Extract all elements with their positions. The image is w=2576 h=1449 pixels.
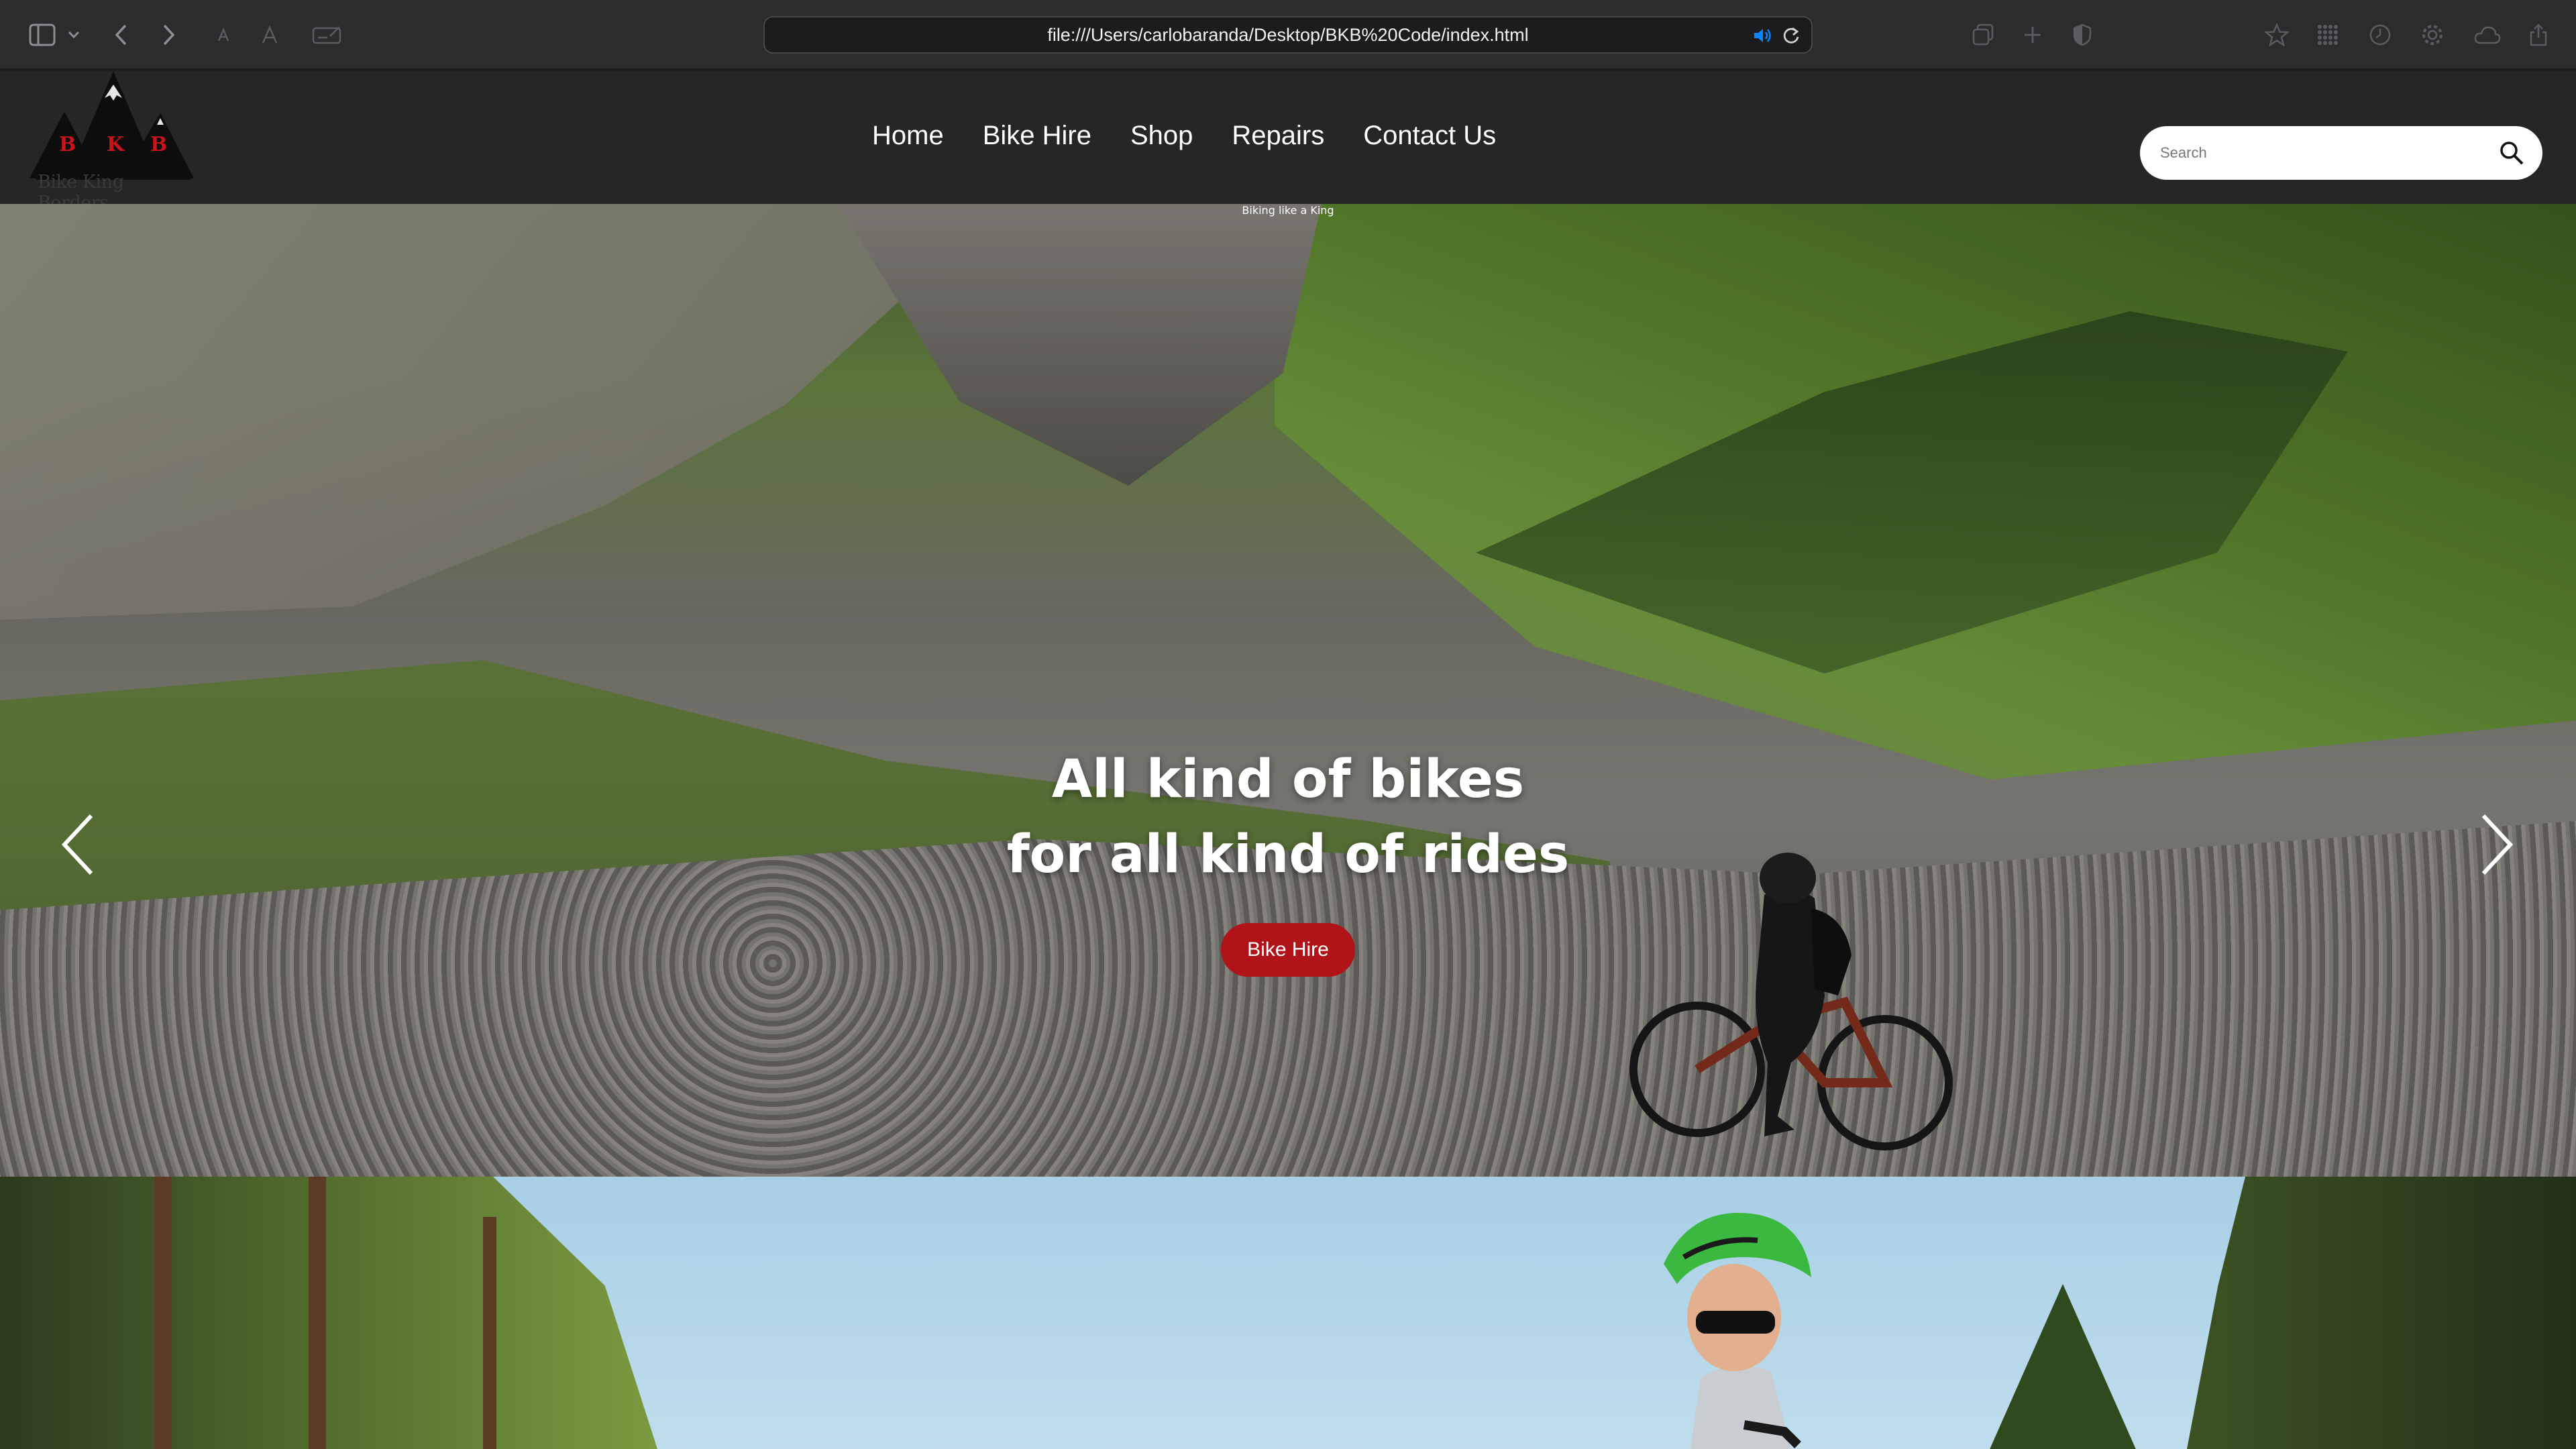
- bike-hire-button[interactable]: Bike Hire: [1221, 923, 1355, 977]
- logo-letter: K: [107, 133, 125, 156]
- section-image-trunk: [483, 1217, 496, 1449]
- section-image-trunk: [154, 1177, 172, 1449]
- chevron-down-icon[interactable]: [66, 17, 82, 52]
- logo-letter: B: [150, 133, 168, 156]
- speaker-icon[interactable]: [1752, 26, 1772, 45]
- site-header: B K B Bike King Borders Home Bike Hire S…: [0, 71, 2576, 213]
- reload-icon[interactable]: [1782, 25, 1801, 46]
- hero-kicker: Biking like a King: [1242, 204, 1334, 217]
- logo-letter: B: [59, 133, 76, 156]
- cloud-icon[interactable]: [2473, 17, 2502, 52]
- text-larger-icon[interactable]: [258, 17, 282, 52]
- bookmark-star-icon[interactable]: [2263, 17, 2290, 52]
- tab-overview-icon[interactable]: [1970, 17, 1996, 52]
- search-input[interactable]: [2160, 140, 2482, 166]
- section-image-pine: [1986, 1284, 2140, 1449]
- search-box: [2140, 126, 2542, 180]
- url-text[interactable]: file:///Users/carlobaranda/Desktop/BKB%2…: [765, 17, 1811, 52]
- share-icon[interactable]: [2526, 17, 2551, 52]
- new-tab-icon[interactable]: [2021, 17, 2045, 52]
- privacy-shield-icon[interactable]: [2070, 17, 2094, 52]
- sidebar-toggle-icon[interactable]: [25, 17, 59, 52]
- back-icon[interactable]: [107, 17, 134, 52]
- hero-headline-line-1: All kind of bikes: [1051, 749, 1525, 810]
- nav-home[interactable]: Home: [872, 112, 944, 159]
- carousel-next-icon[interactable]: [2469, 808, 2522, 881]
- nav-contact-us[interactable]: Contact Us: [1363, 112, 1496, 159]
- reader-mode-icon[interactable]: [309, 17, 346, 52]
- search-icon[interactable]: [2498, 140, 2525, 166]
- forward-icon[interactable]: [156, 17, 182, 52]
- hero-overlay: [0, 204, 2576, 1177]
- nav-shop[interactable]: Shop: [1130, 112, 1193, 159]
- kid-bike-section: [0, 1177, 2576, 1449]
- nav-repairs[interactable]: Repairs: [1232, 112, 1324, 159]
- section-image-trunk: [309, 1177, 326, 1449]
- settings-gear-icon[interactable]: [2419, 17, 2446, 52]
- apps-grid-icon[interactable]: [2314, 17, 2341, 52]
- section-image-trees-left: [0, 1177, 657, 1449]
- history-clock-icon[interactable]: [2367, 17, 2394, 52]
- section-image-kid-cyclist: [1664, 1212, 1811, 1449]
- hero-carousel: Biking like a King All kind of bikes for…: [0, 204, 2576, 1177]
- browser-toolbar: file:///Users/carlobaranda/Desktop/BKB%2…: [0, 0, 2576, 70]
- text-smaller-icon[interactable]: [213, 17, 233, 52]
- address-bar[interactable]: file:///Users/carlobaranda/Desktop/BKB%2…: [763, 16, 1813, 54]
- hero-headline-line-2: for all kind of rides: [1006, 824, 1570, 885]
- hero-headline: All kind of bikes for all kind of rides: [0, 742, 2576, 892]
- main-menu: Home Bike Hire Shop Repairs Contact Us: [872, 112, 1496, 159]
- carousel-prev-icon[interactable]: [52, 808, 106, 881]
- nav-bike-hire[interactable]: Bike Hire: [983, 112, 1091, 159]
- section-image-trees-right: [2187, 1177, 2576, 1449]
